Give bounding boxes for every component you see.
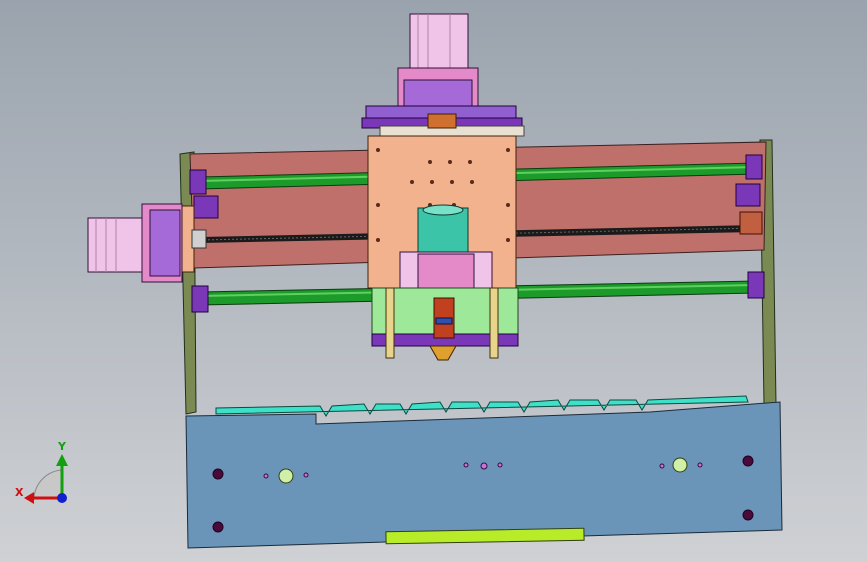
triad-x-label: X <box>15 486 24 499</box>
triad-x-arrow <box>24 492 34 504</box>
rod-bracket-right-top <box>745 154 763 180</box>
base-plate <box>185 401 783 549</box>
z-motor-mount-face <box>403 79 473 107</box>
rod-bracket-right-mid <box>735 183 761 207</box>
axis-triad <box>24 454 68 504</box>
z-motor-body <box>409 13 469 71</box>
triad-base <box>33 469 63 499</box>
x-motor-mount-face <box>149 209 181 277</box>
triad-z-dot <box>57 493 67 503</box>
cnc-machine-model[interactable] <box>0 0 867 562</box>
spindle-clamp-core <box>417 253 475 291</box>
x-motor-shaft-end <box>191 229 207 249</box>
rod-bracket-left-bottom <box>191 285 209 313</box>
z-guide-right <box>489 287 499 359</box>
triad-y-arrow <box>56 454 68 466</box>
rod-bracket-right-bottom <box>747 271 765 299</box>
spindle-motor-top <box>422 204 464 216</box>
cad-viewport[interactable]: X Y <box>0 0 867 562</box>
rod-bracket-left-top <box>189 169 207 195</box>
screw-bearing-right <box>739 211 763 235</box>
spindle-bit <box>429 345 457 361</box>
rod-bracket-left-mid <box>193 195 219 219</box>
z-screw-nut <box>427 113 457 129</box>
z-guide-left <box>385 287 395 359</box>
spindle-collet-ring <box>435 317 453 325</box>
triad-y-label: Y <box>58 440 66 453</box>
